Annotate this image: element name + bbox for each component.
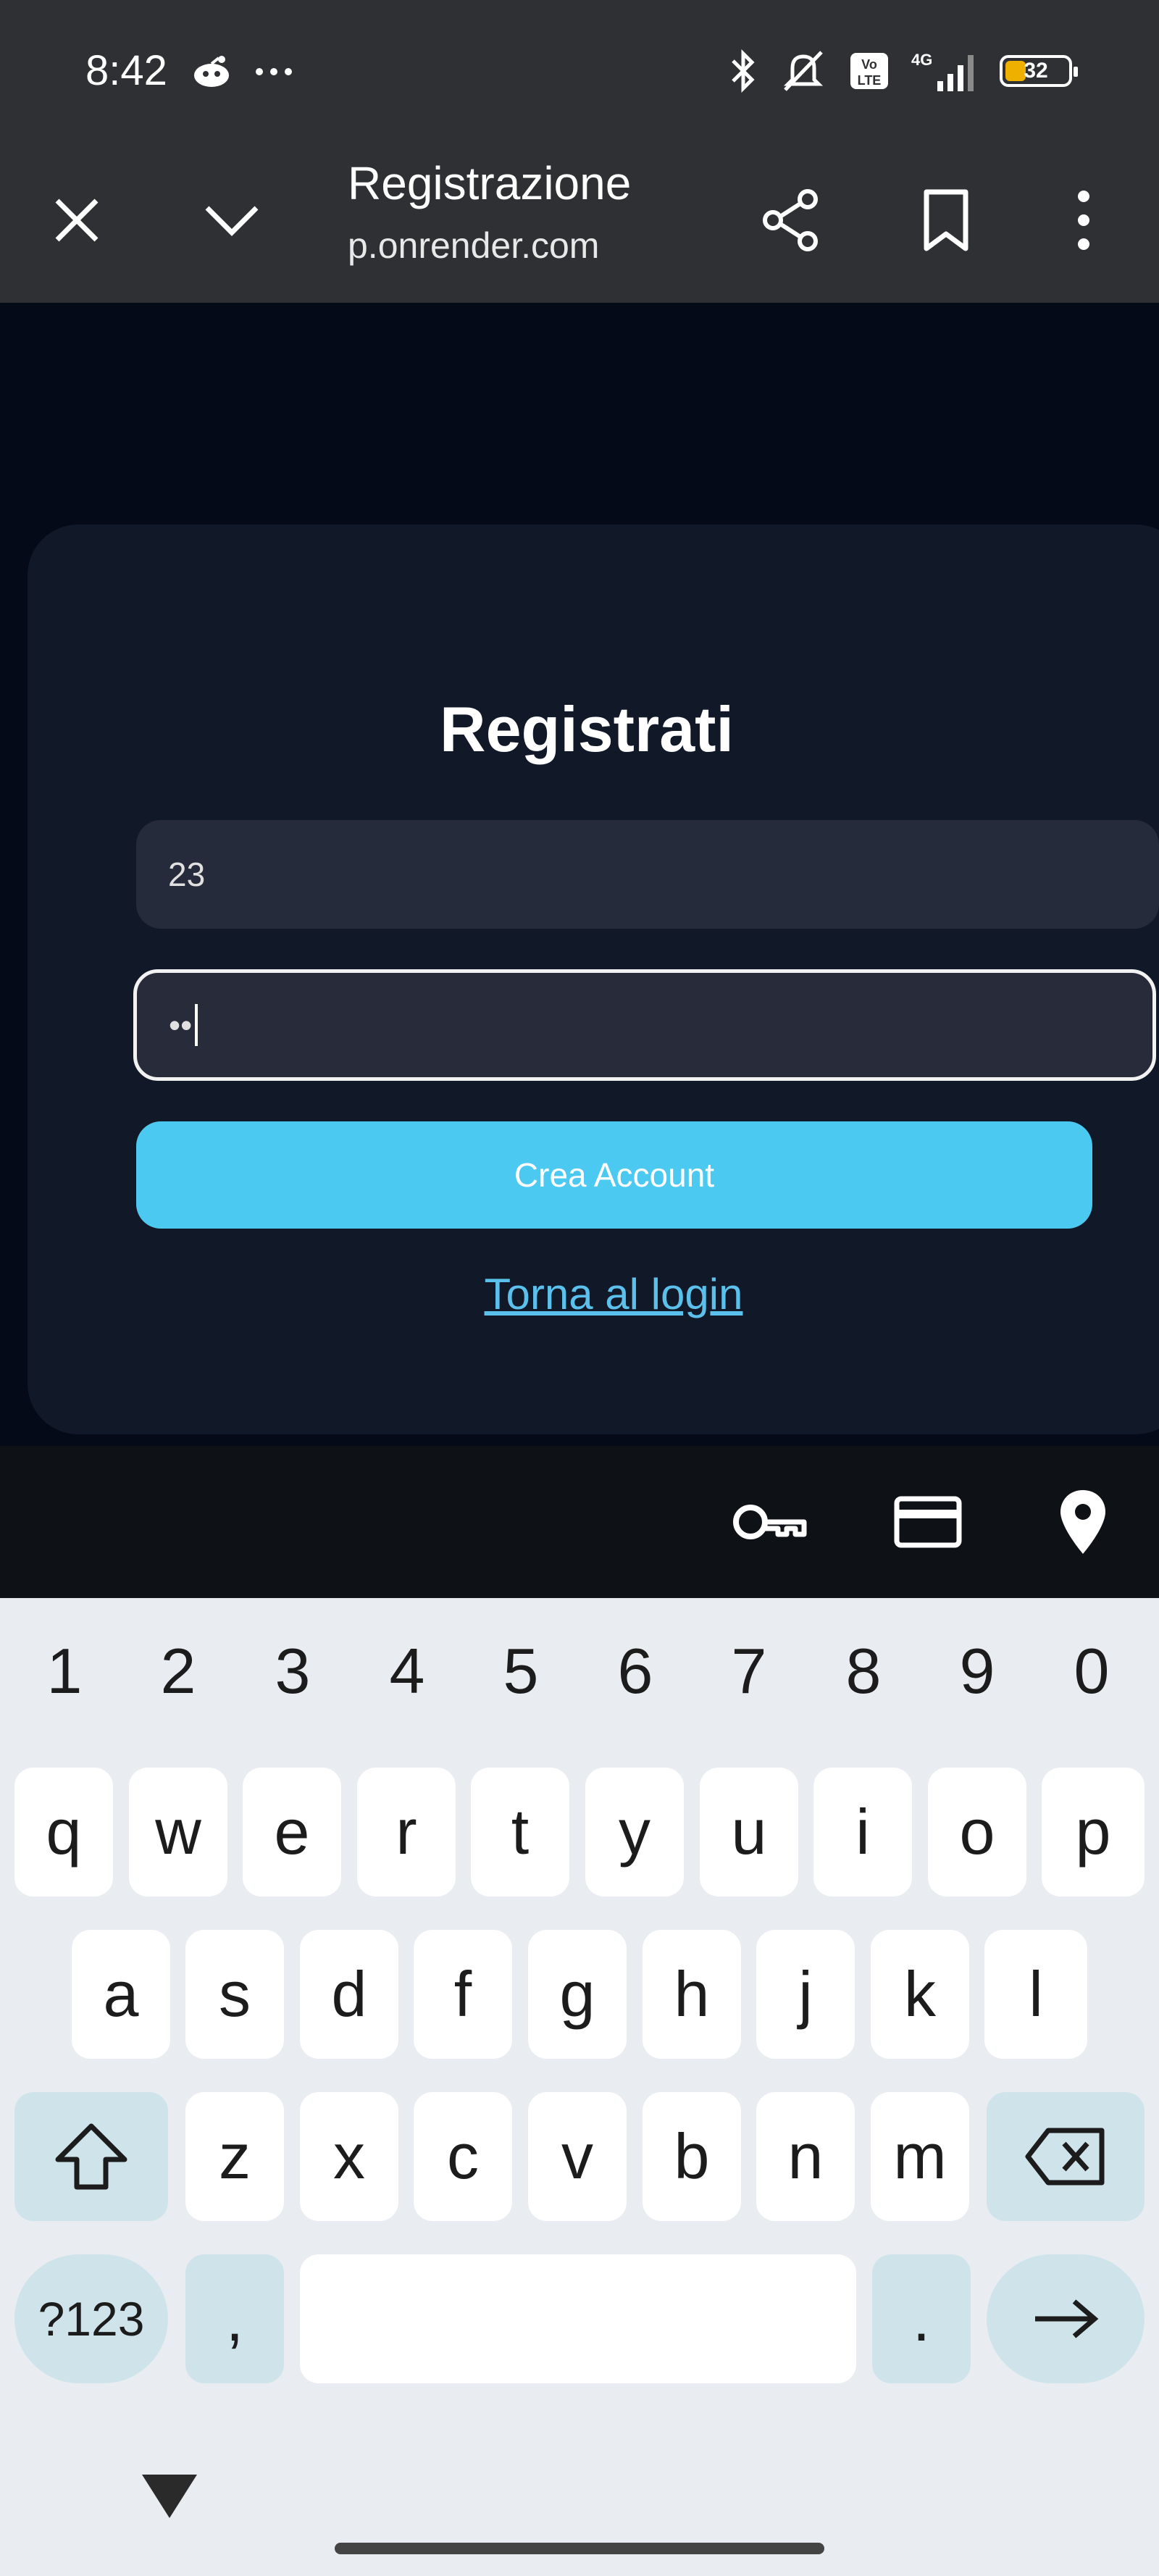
key-4[interactable]: 4 [364,1634,451,1708]
key-5[interactable]: 5 [477,1634,564,1708]
back-to-login-link[interactable]: Torna al login [0,1269,1159,1319]
battery-level: 32 [1024,59,1048,83]
key-y[interactable]: y [585,1768,684,1897]
key-e[interactable]: e [243,1768,341,1897]
number-row: 1 2 3 4 5 6 7 8 9 0 [0,1634,1159,1721]
key-j[interactable]: j [756,1930,855,2059]
payment-methods-button[interactable] [888,1482,968,1562]
status-left-icons [190,48,297,90]
minimize-button[interactable] [188,177,275,264]
key-a[interactable]: a [72,1930,170,2059]
status-right-icons: Vo LTE 4G 32 [729,48,1078,94]
key-r[interactable]: r [357,1768,456,1897]
key-2[interactable]: 2 [135,1634,222,1708]
key-icon [733,1505,807,1539]
share-button[interactable] [748,177,834,264]
key-1[interactable]: 1 [21,1634,108,1708]
register-heading: Registrati [440,693,734,765]
reddit-icon [194,55,229,87]
credit-card-icon [894,1496,962,1548]
signal-4g-icon: 4G [911,51,974,91]
bookmark-button[interactable] [903,177,989,264]
key-8[interactable]: 8 [820,1634,907,1708]
shift-icon [55,2123,127,2190]
passwords-button[interactable] [732,1482,811,1562]
volte-icon: Vo LTE [850,53,888,89]
page-url[interactable]: p.onrender.com [348,225,599,267]
period-key[interactable]: . [872,2254,971,2383]
password-value: •• [169,1006,193,1044]
key-6[interactable]: 6 [592,1634,679,1708]
more-dots-icon [255,67,292,75]
key-7[interactable]: 7 [706,1634,792,1708]
key-9[interactable]: 9 [934,1634,1021,1708]
key-0[interactable]: 0 [1048,1634,1135,1708]
autofill-bar [0,1446,1159,1598]
key-x[interactable]: x [300,2092,398,2221]
svg-text:LTE: LTE [858,73,882,88]
status-time: 8:42 [85,47,167,94]
svg-text:Vo: Vo [861,57,877,72]
svg-text:4G: 4G [911,51,932,69]
close-icon [55,198,99,242]
close-tab-button[interactable] [33,177,120,264]
chevron-down-icon [205,206,259,236]
key-3[interactable]: 3 [249,1634,336,1708]
key-m[interactable]: m [871,2092,969,2221]
addresses-button[interactable] [1043,1482,1123,1562]
symbols-key[interactable]: ?123 [14,2254,168,2383]
key-s[interactable]: s [185,1930,284,2059]
more-options-button[interactable] [1040,177,1127,264]
key-q[interactable]: q [14,1768,113,1897]
key-l[interactable]: l [984,1930,1087,2059]
backspace-key[interactable] [987,2092,1145,2221]
page-title: Registrazione [348,157,632,209]
key-b[interactable]: b [643,2092,741,2221]
arrow-right-icon [1035,2299,1099,2338]
key-z[interactable]: z [185,2092,284,2221]
key-i[interactable]: i [813,1768,912,1897]
key-u[interactable]: u [700,1768,798,1897]
key-d[interactable]: d [300,1930,398,2059]
bookmark-icon [924,189,968,251]
comma-key[interactable]: , [185,2254,284,2383]
key-f[interactable]: f [414,1930,512,2059]
hide-keyboard-button[interactable] [142,2475,197,2518]
create-account-button[interactable]: Crea Account [136,1121,1092,1229]
key-o[interactable]: o [928,1768,1026,1897]
location-pin-icon [1060,1490,1105,1554]
browser-toolbar: Registrazione p.onrender.com [0,145,1159,303]
battery-icon: 32 [1000,55,1078,87]
key-w[interactable]: w [129,1768,227,1897]
home-indicator[interactable] [335,2543,824,2554]
key-n[interactable]: n [756,2092,855,2221]
key-g[interactable]: g [528,1930,627,2059]
backspace-icon [1025,2128,1105,2186]
silent-icon [783,51,824,91]
key-p[interactable]: p [1042,1768,1145,1897]
key-v[interactable]: v [528,2092,627,2221]
key-c[interactable]: c [414,2092,512,2221]
key-t[interactable]: t [471,1768,569,1897]
more-vert-icon [1078,191,1089,250]
username-value: 23 [168,856,206,893]
text-caret [195,1004,198,1046]
shift-key[interactable] [14,2092,168,2221]
status-bar: 8:42 Vo LTE 4G 32 [0,0,1159,145]
space-key[interactable] [300,2254,856,2383]
key-k[interactable]: k [871,1930,969,2059]
share-icon [763,189,818,251]
enter-key[interactable] [987,2254,1145,2383]
virtual-keyboard: 1 2 3 4 5 6 7 8 9 0 q w e r t y u i o p … [0,1598,1159,2576]
password-input[interactable]: •• [133,969,1156,1081]
bluetooth-icon [732,49,755,93]
username-input[interactable]: 23 [136,820,1159,929]
key-h[interactable]: h [643,1930,741,2059]
